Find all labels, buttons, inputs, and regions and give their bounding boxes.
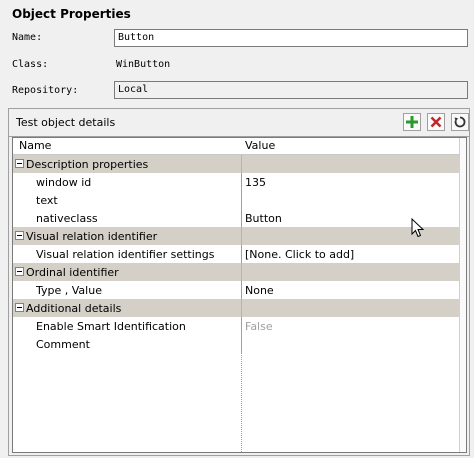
category-row[interactable]: Description properties [13,155,466,173]
category-row[interactable]: Visual relation identifier [13,227,466,245]
cell-divider [241,317,242,335]
refresh-icon [454,116,466,128]
grid-scrollbar[interactable] [459,138,466,452]
class-value: WinButton [116,59,171,70]
property-value[interactable]: 135 [245,176,266,189]
category-label: Ordinal identifier [26,266,119,279]
property-value[interactable]: None [245,284,274,297]
name-label: Name: [12,32,43,43]
delete-property-button[interactable] [427,113,445,131]
property-row[interactable]: window id 135 [13,173,466,191]
collapse-icon[interactable] [15,231,24,240]
delete-icon [430,116,442,128]
grid-header: Name Value [13,138,466,155]
property-name: text [36,194,58,207]
category-label: Description properties [26,158,149,171]
property-name: window id [36,176,92,189]
cell-divider [241,227,242,245]
add-property-button[interactable] [403,113,421,131]
collapse-icon[interactable] [15,159,24,168]
cell-divider [241,155,242,173]
class-label: Class: [12,59,49,70]
repository-label: Repository: [12,85,79,96]
section-title: Object Properties [12,7,131,21]
property-row[interactable]: nativeclass Button [13,209,466,227]
details-header: Test object details [9,109,469,137]
cell-divider [241,299,242,317]
property-name: Type , Value [36,284,102,297]
property-name: Enable Smart Identification [36,320,186,333]
cell-divider [241,281,242,299]
mouse-cursor-icon [411,218,425,238]
property-name: Visual relation identifier settings [36,248,215,261]
collapse-icon[interactable] [15,303,24,312]
property-value[interactable]: [None. Click to add] [245,248,354,261]
plus-icon [406,116,418,128]
property-value[interactable]: False [245,320,273,333]
category-label: Visual relation identifier [26,230,158,243]
property-name: nativeclass [36,212,98,225]
category-label: Additional details [26,302,122,315]
category-row[interactable]: Ordinal identifier [13,263,466,281]
collapse-icon[interactable] [15,267,24,276]
property-value[interactable]: Button [245,212,282,225]
refresh-button[interactable] [451,113,469,131]
property-row[interactable]: text [13,191,466,209]
property-row[interactable]: Comment [13,335,466,353]
name-field[interactable]: Button [114,29,468,47]
properties-grid[interactable]: Name Value Description properties window … [12,137,467,453]
property-row[interactable]: Type , Value None [13,281,466,299]
cell-divider [241,335,242,353]
cell-divider [241,263,242,281]
repository-field: Local [114,81,468,99]
test-object-details-panel: Test object details Name Value Descripti… [8,108,470,456]
category-row[interactable]: Additional details [13,299,466,317]
property-name: Comment [36,338,90,351]
details-title: Test object details [16,116,116,129]
cell-divider [241,191,242,209]
cell-divider [241,209,242,227]
cell-divider [241,245,242,263]
property-row[interactable]: Enable Smart Identification False [13,317,466,335]
property-row[interactable]: Visual relation identifier settings [None… [13,245,466,263]
column-header-name[interactable]: Name [19,139,51,152]
column-header-value[interactable]: Value [245,139,275,152]
cell-divider [241,173,242,191]
